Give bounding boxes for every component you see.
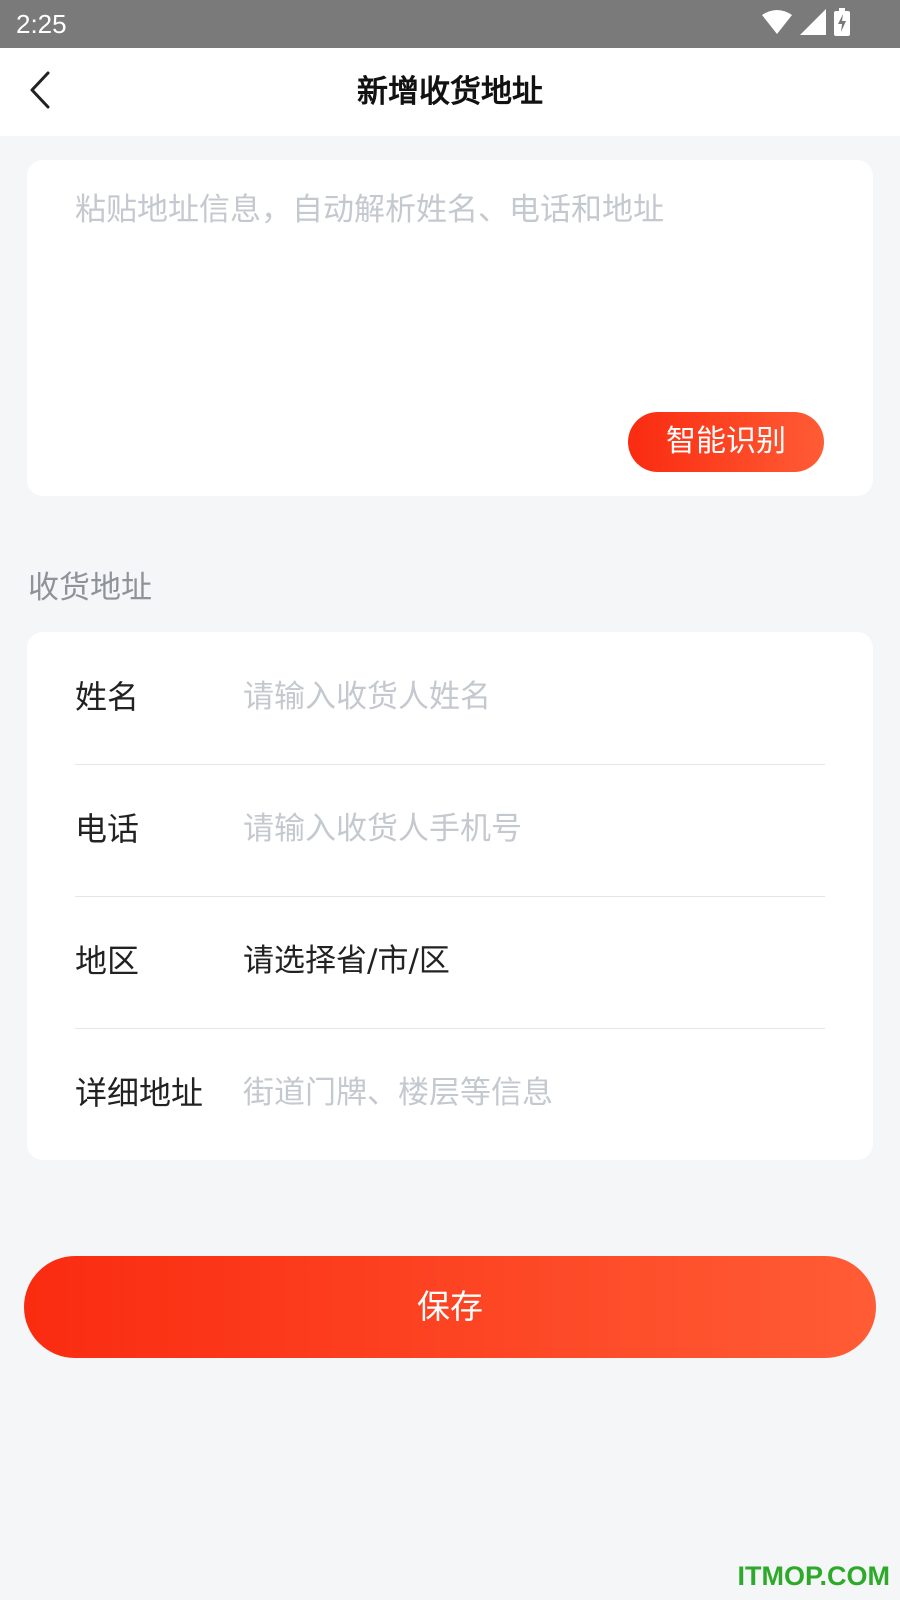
form-row-phone[interactable]: 电话 xyxy=(75,764,825,897)
cellular-signal-icon xyxy=(800,9,826,39)
phone-label: 电话 xyxy=(75,810,140,848)
wifi-icon xyxy=(762,9,792,39)
nav-bar: 新增收货地址 xyxy=(0,48,900,136)
status-icons xyxy=(762,8,850,40)
detail-address-label: 详细地址 xyxy=(75,1074,204,1112)
status-bar: 2:25 xyxy=(0,0,900,48)
save-button[interactable]: 保存 xyxy=(24,1256,876,1358)
form-row-region[interactable]: 地区 请选择省/市/区 xyxy=(75,896,825,1029)
name-label: 姓名 xyxy=(75,678,140,716)
section-label: 收货地址 xyxy=(28,570,152,606)
smart-recognize-button[interactable]: 智能识别 xyxy=(628,412,824,472)
name-input[interactable] xyxy=(243,672,813,722)
form-row-detail-address[interactable]: 详细地址 xyxy=(75,1028,825,1160)
watermark: ITMOP.COM xyxy=(737,1561,890,1591)
page-title: 新增收货地址 xyxy=(357,74,543,110)
battery-charging-icon xyxy=(834,8,850,40)
region-select[interactable]: 请选择省/市/区 xyxy=(243,939,450,983)
smart-paste-card: 智能识别 xyxy=(27,160,873,496)
detail-address-input[interactable] xyxy=(243,1068,813,1118)
form-row-name[interactable]: 姓名 xyxy=(75,632,825,765)
address-form-card: 姓名 电话 地区 请选择省/市/区 详细地址 xyxy=(27,632,873,1160)
paste-address-input[interactable] xyxy=(75,188,835,378)
region-label: 地区 xyxy=(75,942,140,980)
status-time: 2:25 xyxy=(16,9,67,39)
phone-input[interactable] xyxy=(243,804,813,854)
